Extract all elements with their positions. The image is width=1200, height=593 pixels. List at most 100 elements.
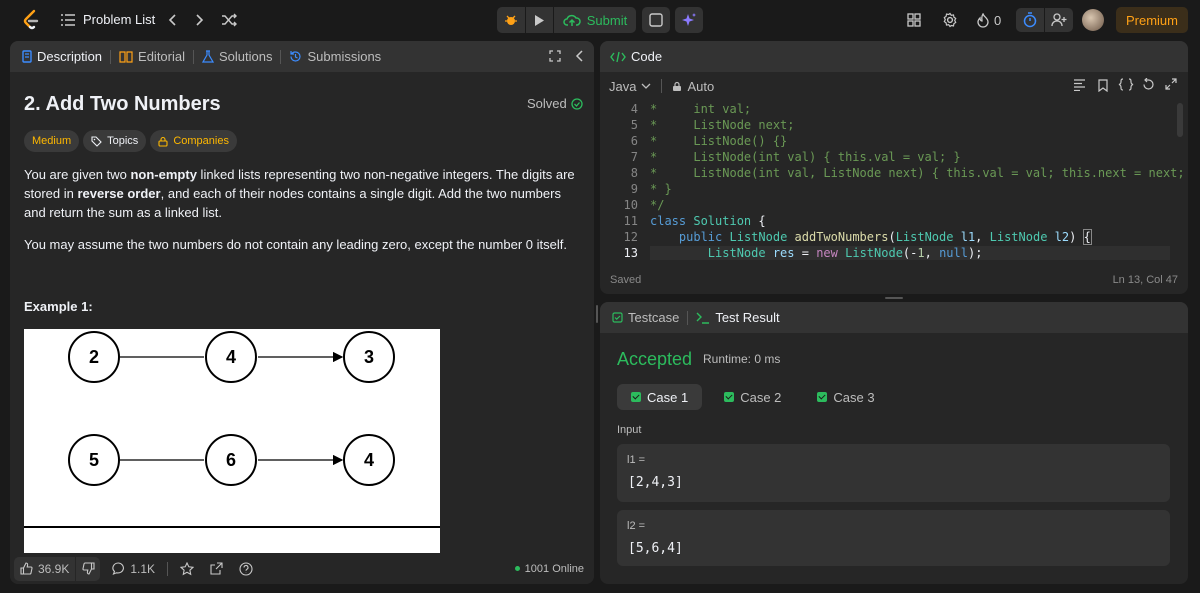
svg-text:4: 4 [226,347,236,367]
history-icon [289,50,302,63]
comments-button[interactable]: 1.1K [112,562,155,576]
leetcode-logo-icon[interactable] [20,9,42,31]
shuffle-icon[interactable] [220,11,238,29]
collapse-left-icon[interactable] [572,49,586,63]
chevron-right-icon[interactable] [192,11,208,29]
thumbs-down-icon[interactable] [76,556,101,581]
line-number: 12 [623,230,638,244]
case-tab-2[interactable]: Case 2 [710,384,795,410]
tab-description[interactable]: Description [22,49,102,64]
add-user-icon[interactable] [1045,8,1073,32]
line-number: 8 [630,166,638,180]
resize-handle[interactable] [885,297,903,299]
check-icon [724,392,735,402]
star-icon[interactable] [180,561,195,576]
description-footer: 36.9K 1.1K 1001 Online [10,553,594,584]
comment-icon [112,562,125,575]
maximize-icon[interactable] [1165,78,1177,90]
auto-mode[interactable]: Auto [672,79,714,94]
share-icon[interactable] [210,562,223,575]
note-icon[interactable] [642,7,670,33]
editor-status-bar: Saved Ln 13, Col 47 [600,268,1188,294]
timer-icon[interactable] [1016,8,1044,32]
like-button[interactable]: 36.9K [14,556,76,581]
problem-description: You are given two non-empty linked lists… [24,165,580,254]
code-line: ListNode res = new ListNode(-1, null); [650,246,1170,260]
layout-icon[interactable] [905,11,923,29]
tab-submissions[interactable]: Submissions [289,49,381,64]
code-panel: Code Java Auto 4 5 6 7 8 9 10 11 12 13 * int val;… [600,41,1188,294]
list-node: 4 [205,331,257,383]
tab-divider [280,49,282,64]
topics-tag[interactable]: Topics [83,130,147,152]
cloud-upload-icon [563,13,581,27]
code-editor[interactable]: 4 5 6 7 8 9 10 11 12 13 * int val; * ListNode nex… [600,100,1188,260]
avatar[interactable] [1082,9,1104,31]
terminal-icon [696,312,710,324]
braces-icon[interactable] [1118,78,1134,91]
code-header: Code [600,41,1188,72]
line-number: 4 [630,102,638,116]
problem-title: 2. Add Two Numbers [24,93,221,115]
thumbs-up-icon [20,562,33,575]
document-icon [22,50,32,63]
code-line: */ [650,198,665,212]
case-tab-3[interactable]: Case 3 [803,384,888,410]
check-icon [817,392,828,402]
language-select[interactable]: Java [609,79,651,94]
line-number: 13 [623,246,638,260]
code-line: * ListNode next; [650,118,795,132]
tab-test-result[interactable]: Test Result [696,310,780,325]
companies-tag[interactable]: Companies [150,130,237,152]
problem-list-link[interactable]: Problem List [83,12,155,27]
online-indicator: 1001 Online [514,563,584,575]
code-line: class Solution { [650,214,766,228]
check-icon [631,392,641,402]
premium-button[interactable]: Premium [1116,7,1188,33]
reset-icon[interactable] [1142,78,1155,91]
lock-icon [672,81,682,92]
saved-status: Saved [610,274,642,286]
help-icon[interactable] [239,561,253,576]
list-node: 3 [343,331,395,383]
editor-toolbar: Java Auto [600,72,1188,100]
list-node: 2 [68,331,120,383]
run-icon[interactable] [526,7,553,33]
format-icon[interactable] [1073,79,1086,91]
case-tab-1[interactable]: Case 1 [617,384,703,410]
chevron-left-icon[interactable] [164,11,180,29]
input-box-l2: l2 = [5,6,4] [617,510,1170,566]
resize-handle[interactable] [596,305,598,323]
tag-icon [91,135,102,147]
list-node: 5 [68,434,120,486]
code-line: public ListNode addTwoNumbers(ListNode l… [678,229,1092,245]
debug-icon[interactable] [497,7,525,33]
checkbox-icon [612,312,623,323]
top-bar: Problem List Submit 0 Premium [0,0,1200,40]
tab-divider [193,49,194,64]
tab-solutions[interactable]: Solutions [202,49,272,64]
example-title: Example 1: [24,299,93,314]
input-value: [2,4,3] [628,475,683,490]
bookmark-icon[interactable] [1098,79,1108,92]
gear-icon[interactable] [941,11,959,29]
footer-divider [167,561,169,576]
ai-sparkle-icon[interactable] [675,7,703,33]
case-tabs: Case 1 Case 2 Case 3 [617,384,889,410]
submit-label: Submit [586,12,628,28]
expand-icon[interactable] [548,49,562,63]
description-paragraph: You may assume the two numbers do not co… [24,237,567,252]
svg-text:5: 5 [89,450,99,470]
cursor-position: Ln 13, Col 47 [1112,274,1178,286]
list-icon[interactable] [60,12,76,28]
fire-icon[interactable] [975,11,991,29]
svg-text:3: 3 [364,347,374,367]
tab-testcase[interactable]: Testcase [612,310,679,325]
description-panel: Description Editorial Solutions Submissi… [10,41,594,584]
editor-scrollbar[interactable] [1177,103,1183,137]
submit-button[interactable]: Submit [554,7,636,33]
solved-label: Solved [527,96,567,111]
code-line: * ListNode() {} [650,134,788,148]
tab-editorial[interactable]: Editorial [119,49,185,64]
difficulty-badge[interactable]: Medium [24,130,80,152]
